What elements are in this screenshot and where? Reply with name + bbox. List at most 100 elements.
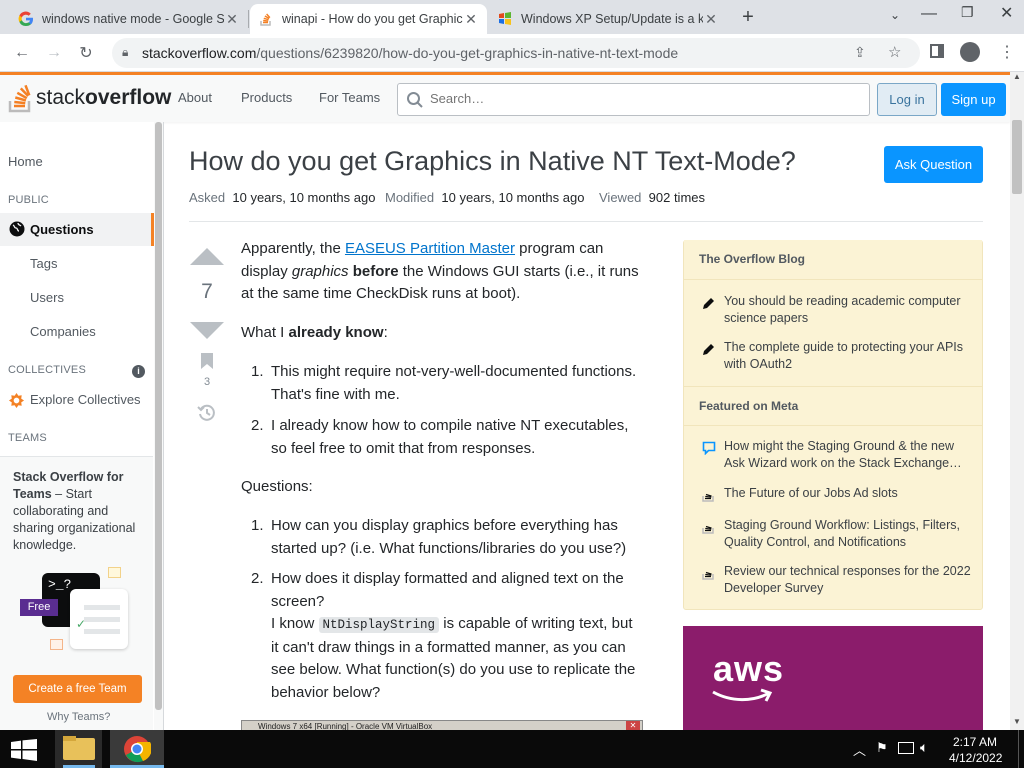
bookmark-star-icon[interactable]: ☆ bbox=[888, 43, 901, 61]
sidebar-item-label: Questions bbox=[30, 222, 94, 237]
body-paragraph-2: What I already know: bbox=[241, 324, 388, 341]
teams-promo: Stack Overflow for Teams – Start collabo… bbox=[0, 456, 153, 731]
blog-item-1[interactable]: You should be reading academic computer … bbox=[724, 293, 974, 327]
sidebar-item-tags[interactable]: Tags bbox=[30, 256, 57, 271]
tray-expand-icon[interactable]: ︿ bbox=[853, 740, 866, 759]
search-input[interactable] bbox=[430, 91, 850, 106]
forward-icon[interactable]: → bbox=[42, 41, 66, 65]
meta-item-2[interactable]: The Future of our Jobs Ad slots bbox=[724, 485, 974, 502]
globe-icon bbox=[9, 221, 25, 237]
search-icon bbox=[407, 92, 423, 108]
close-icon[interactable]: ✕ bbox=[463, 11, 479, 28]
reload-icon[interactable]: ↻ bbox=[74, 41, 98, 65]
action-center-flag-icon[interactable]: ⚑ bbox=[876, 740, 888, 756]
so-mini-icon bbox=[702, 525, 714, 534]
browser-menu-icon[interactable]: ⋮ bbox=[999, 42, 1015, 62]
window-close-icon[interactable]: ✕ bbox=[1000, 3, 1013, 23]
browser-tab-strip: windows native mode - Google S ✕ winapi … bbox=[0, 0, 1024, 34]
nav-products[interactable]: Products bbox=[241, 90, 292, 105]
so-topbar: stackoverflow About Products For Teams L… bbox=[0, 72, 1010, 122]
tab-google-search[interactable]: windows native mode - Google S ✕ bbox=[10, 4, 248, 34]
modified-value: 10 years, 10 months ago bbox=[441, 190, 585, 205]
winxp-icon bbox=[497, 11, 513, 27]
file-explorer-taskbar[interactable] bbox=[55, 730, 102, 768]
show-desktop-button[interactable] bbox=[1018, 730, 1019, 768]
so-logo[interactable]: stack overflow bbox=[8, 81, 171, 115]
bookmark-icon[interactable] bbox=[201, 353, 213, 369]
sidebar-scrollbar[interactable] bbox=[154, 122, 163, 730]
upvote-arrow-icon[interactable] bbox=[190, 248, 224, 265]
modified-label: Modified bbox=[385, 190, 435, 205]
meta-item-3[interactable]: Staging Ground Workflow: Listings, Filte… bbox=[724, 517, 974, 551]
windows-start-icon[interactable] bbox=[11, 739, 37, 761]
windows-taskbar: ︿ ⚑ 🔈︎ 2:17 AM 4/12/2022 bbox=[0, 730, 1024, 768]
question-item-2: 2. How does it display formatted and alig… bbox=[251, 570, 636, 701]
pencil-icon bbox=[703, 298, 714, 309]
volume-muted-icon[interactable]: 🔈︎ bbox=[920, 739, 928, 756]
speech-bubble-icon bbox=[702, 441, 716, 455]
so-mini-icon bbox=[702, 493, 714, 502]
browser-toolbar: ← → ↻ 🔒︎ stackoverflow.com/questions/623… bbox=[0, 34, 1024, 72]
chrome-taskbar[interactable] bbox=[110, 730, 164, 768]
url-path: /questions/6239820/how-do-you-get-graphi… bbox=[256, 45, 679, 61]
address-bar[interactable]: 🔒︎ stackoverflow.com/questions/6239820/h… bbox=[112, 38, 920, 68]
embedded-screenshot[interactable]: Windows 7 x64 [Running] - Oracle VM Virt… bbox=[241, 720, 643, 730]
nav-for-teams[interactable]: For Teams bbox=[319, 90, 380, 105]
blog-item-2[interactable]: The complete guide to protecting your AP… bbox=[724, 339, 974, 373]
meta-item-4[interactable]: Review our technical responses for the 2… bbox=[724, 563, 974, 597]
search-box[interactable] bbox=[397, 83, 870, 116]
sidebar-item-companies[interactable]: Companies bbox=[30, 324, 96, 339]
clock-time[interactable]: 2:17 AM bbox=[953, 735, 997, 749]
create-free-team-button[interactable]: Create a free Team bbox=[13, 675, 142, 703]
scrollbar-thumb[interactable] bbox=[1012, 120, 1022, 194]
signup-button[interactable]: Sign up bbox=[941, 83, 1006, 116]
pencil-icon bbox=[703, 344, 714, 355]
divider bbox=[189, 221, 983, 222]
history-icon[interactable] bbox=[197, 403, 217, 423]
terminal-prompt: >_? bbox=[48, 577, 72, 592]
tab-stackoverflow[interactable]: winapi - How do you get Graphic ✕ bbox=[250, 4, 487, 34]
why-teams-link[interactable]: Why Teams? bbox=[47, 711, 110, 723]
share-icon[interactable]: ⇪ bbox=[854, 44, 866, 61]
page-scrollbar[interactable]: ▲ ▼ bbox=[1010, 72, 1024, 730]
meta-item-1[interactable]: How might the Staging Ground & the new A… bbox=[724, 438, 974, 472]
code-ntdisplaystring: NtDisplayString bbox=[318, 617, 440, 633]
meta-heading: Featured on Meta bbox=[684, 386, 982, 426]
info-icon[interactable]: i bbox=[132, 365, 145, 378]
left-sidebar: Home PUBLIC Questions Tags Users Compani… bbox=[0, 122, 164, 731]
restore-icon[interactable]: ❐ bbox=[961, 4, 974, 21]
tab-search-icon[interactable]: ⌄ bbox=[890, 8, 900, 22]
tab-winxp[interactable]: Windows XP Setup/Update is a k ✕ bbox=[489, 4, 727, 34]
close-icon[interactable]: ✕ bbox=[703, 11, 719, 28]
overflow-blog-widget: The Overflow Blog You should be reading … bbox=[683, 240, 983, 610]
question-item-1: 1. How can you display graphics before ev… bbox=[251, 517, 627, 557]
free-badge: Free bbox=[20, 599, 58, 616]
ask-question-button[interactable]: Ask Question bbox=[884, 146, 983, 183]
sidepanel-icon[interactable] bbox=[930, 44, 944, 58]
known-item-1: 1. This might require not-very-well-docum… bbox=[251, 363, 637, 403]
sidebar-item-questions[interactable]: Questions bbox=[0, 213, 154, 246]
asked-value: 10 years, 10 months ago bbox=[232, 190, 376, 205]
question-title[interactable]: How do you get Graphics in Native NT Tex… bbox=[189, 146, 796, 177]
profile-avatar-icon[interactable] bbox=[960, 42, 980, 62]
sidebar-item-home[interactable]: Home bbox=[8, 154, 43, 169]
login-button[interactable]: Log in bbox=[877, 83, 937, 116]
close-icon[interactable]: ✕ bbox=[224, 11, 240, 28]
sidebar-item-users[interactable]: Users bbox=[30, 290, 64, 305]
nav-about[interactable]: About bbox=[178, 90, 212, 105]
new-tab-icon[interactable]: + bbox=[738, 6, 758, 28]
aws-smile-icon bbox=[712, 688, 773, 702]
back-icon[interactable]: ← bbox=[10, 41, 34, 65]
downvote-arrow-icon[interactable] bbox=[190, 322, 224, 339]
aws-advertisement[interactable]: aws bbox=[683, 626, 983, 730]
known-item-2: 2. I already know how to compile native N… bbox=[251, 417, 629, 457]
questions-label: Questions: bbox=[241, 478, 313, 495]
sidebar-item-explore-collectives[interactable]: Explore Collectives bbox=[30, 392, 141, 407]
url-host: stackoverflow.com bbox=[142, 45, 257, 61]
network-icon[interactable] bbox=[898, 742, 914, 754]
minimize-icon[interactable]: — bbox=[921, 5, 937, 23]
easeus-link[interactable]: EASEUS Partition Master bbox=[345, 240, 515, 257]
so-logo-icon bbox=[8, 84, 31, 113]
clock-date[interactable]: 4/12/2022 bbox=[949, 751, 1002, 765]
so-mini-icon bbox=[702, 571, 714, 580]
